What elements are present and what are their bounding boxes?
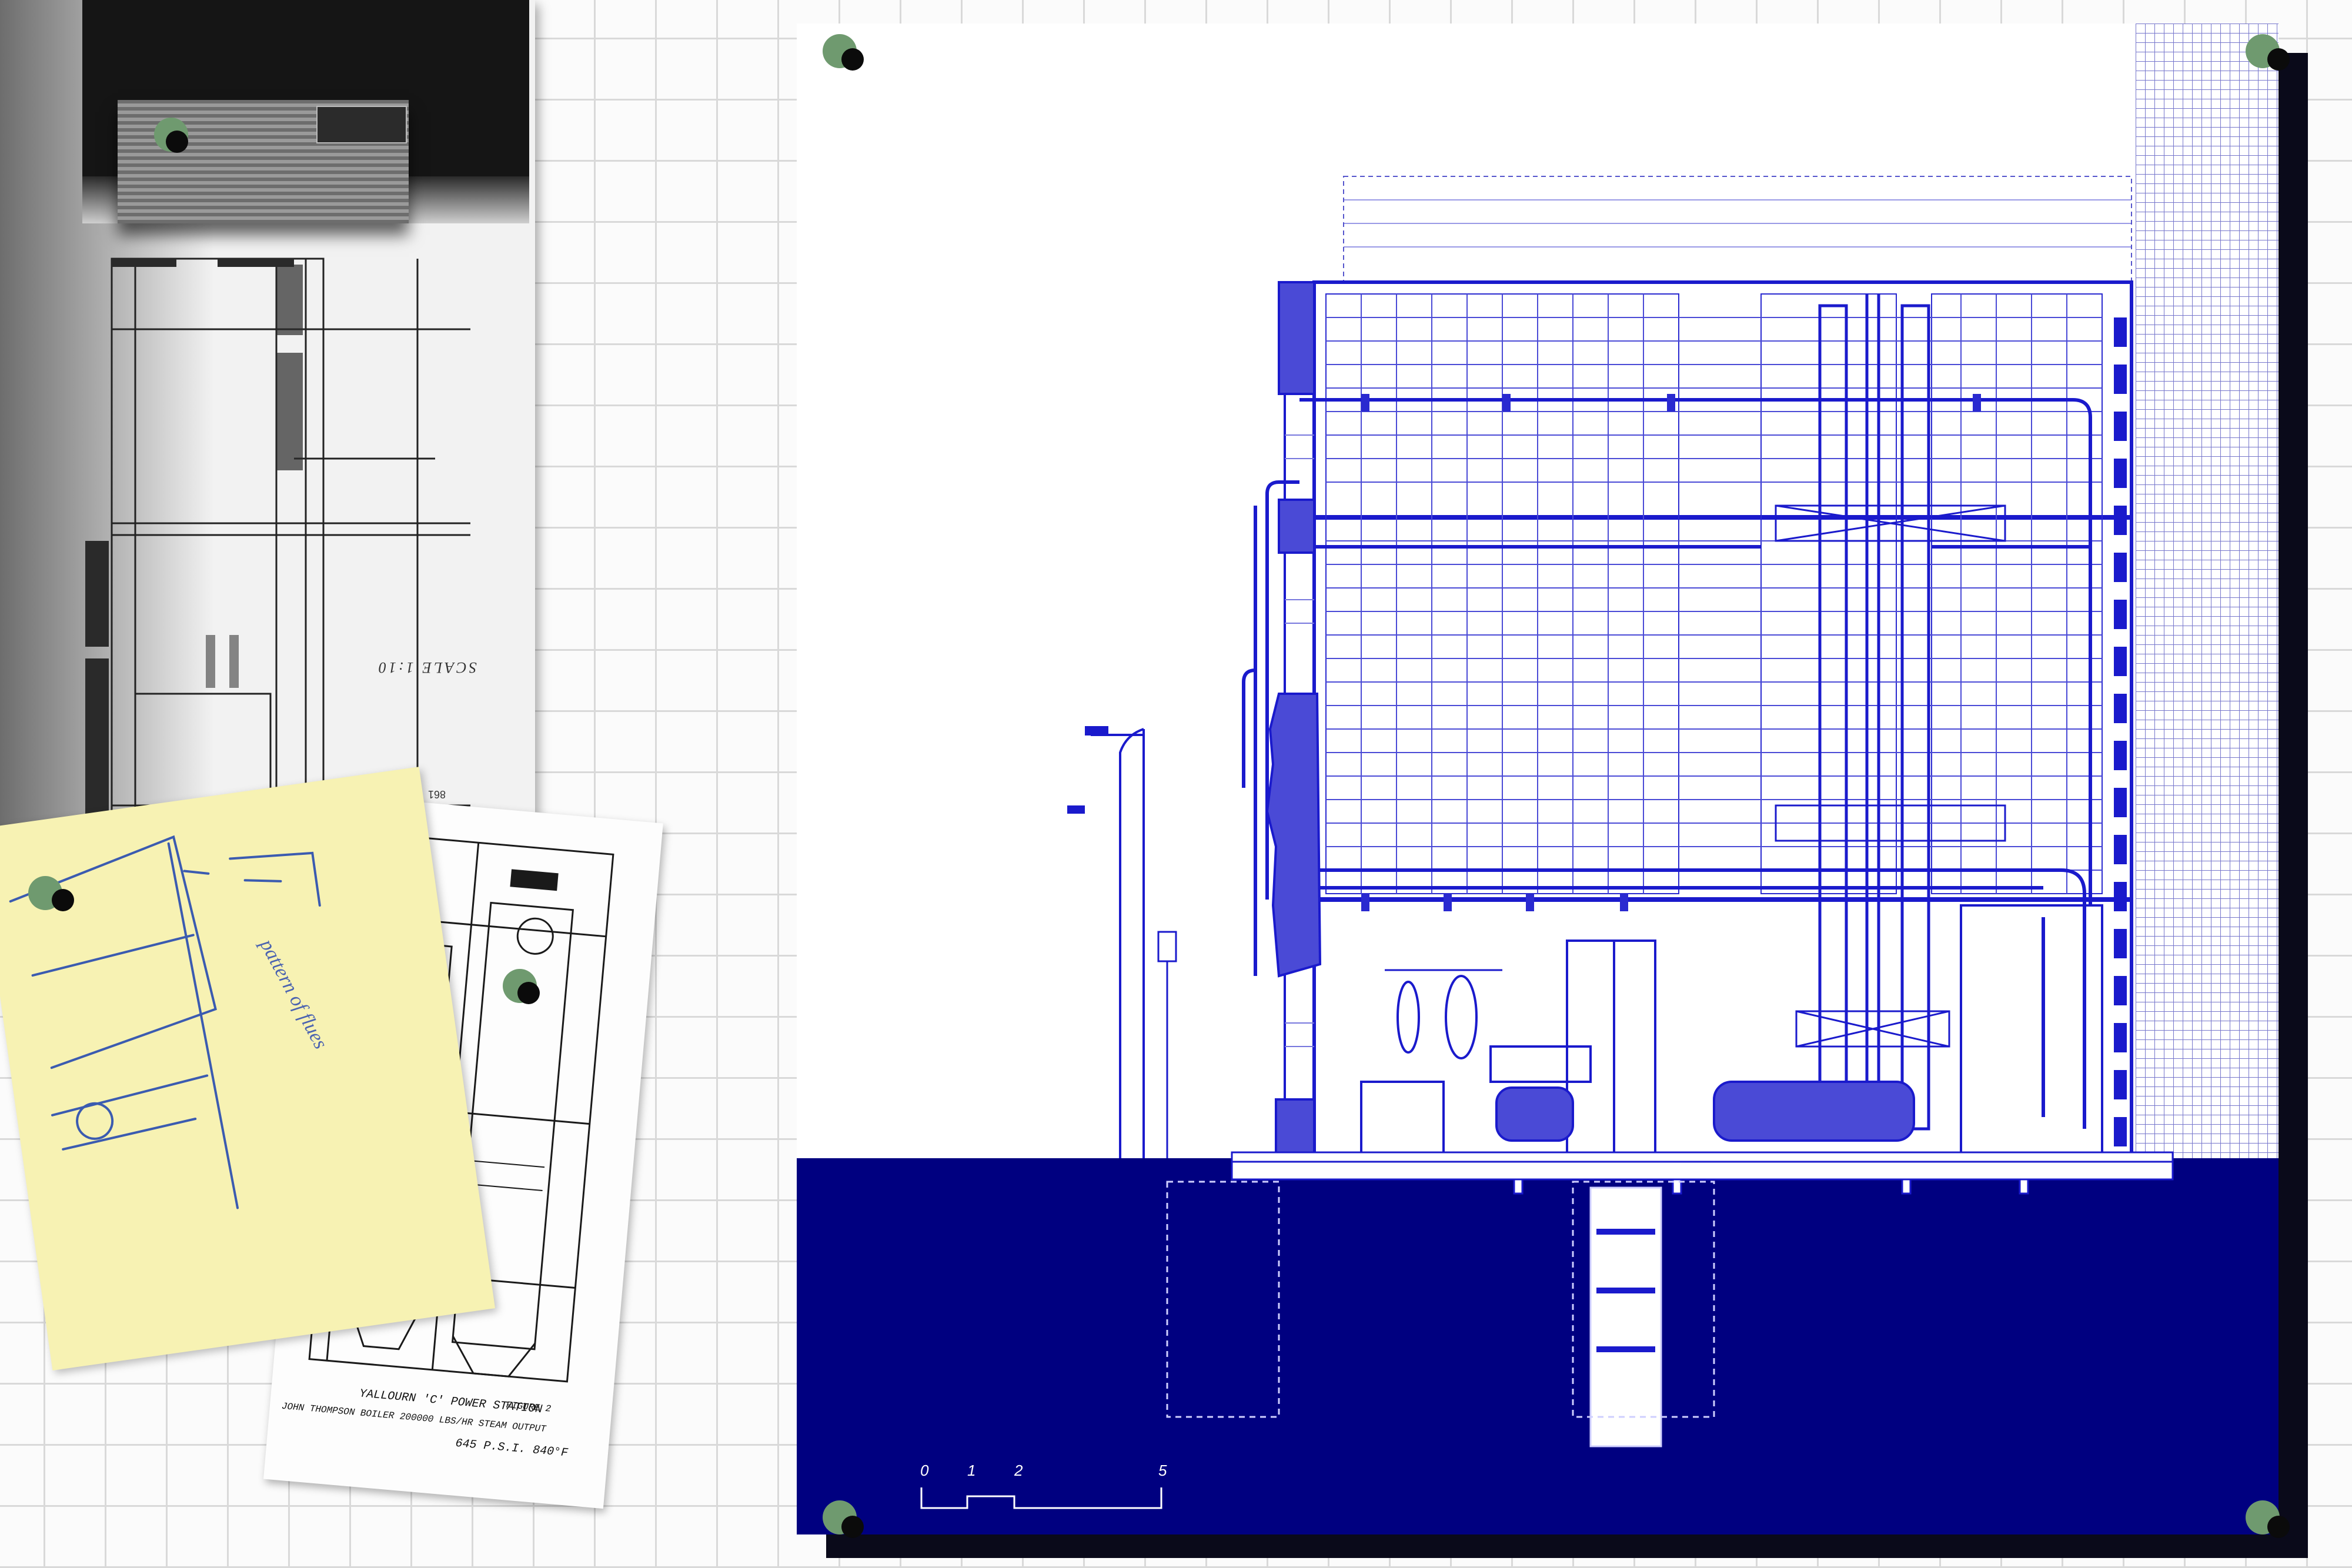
road-sign	[1157, 931, 1177, 962]
pin-dark	[841, 48, 864, 71]
scale-tick-2: 2	[1014, 1462, 1023, 1479]
hanging-meat	[1396, 981, 1420, 1054]
photocopy-section-drawing	[85, 258, 470, 841]
tracing-handwriting: pattern of flues	[255, 934, 332, 1052]
pin-dark	[2267, 1516, 2290, 1538]
facade-vents	[2114, 317, 2127, 1146]
hanging-meat	[1445, 975, 1478, 1059]
scale-tick-1: 1	[967, 1462, 975, 1479]
building-section: 0 1 2 5	[920, 176, 2174, 1509]
scale-tick-5: 5	[1158, 1462, 1167, 1479]
tank	[1713, 1081, 1915, 1142]
building-envelope	[1312, 280, 2133, 1166]
tracing-sketch: pattern of flues	[9, 835, 332, 1209]
pin-dark	[517, 982, 540, 1004]
photocopy-page-number: 861	[428, 788, 446, 800]
model-window	[316, 106, 407, 143]
pipework	[1242, 398, 2092, 1129]
photocopy-sheet[interactable]: SCALE 1:10 861	[0, 0, 535, 841]
tracing-paper-sheet[interactable]: pattern of flues	[0, 767, 496, 1370]
storage-racks	[1325, 293, 2103, 894]
section-drawing-board[interactable]: 0 1 2 5	[797, 24, 2278, 1534]
scale-bar: 0 1 2 5	[920, 1462, 1167, 1509]
lift-shaft	[1818, 294, 1930, 1131]
pin-dark	[52, 889, 74, 911]
photocopy-scale-label: SCALE 1:10	[376, 659, 477, 676]
pin-dark	[2267, 48, 2290, 71]
facade-column	[1265, 281, 1322, 1165]
pin-dark	[166, 131, 188, 153]
lamp-head	[1067, 805, 1085, 814]
lamp-head	[1085, 726, 1108, 735]
floor-slab	[1231, 1151, 2174, 1195]
tank-small	[1495, 1086, 1574, 1142]
pile-foundation	[1589, 1186, 1662, 1447]
scale-tick-0: 0	[920, 1462, 929, 1479]
pin-dark	[841, 1516, 864, 1538]
